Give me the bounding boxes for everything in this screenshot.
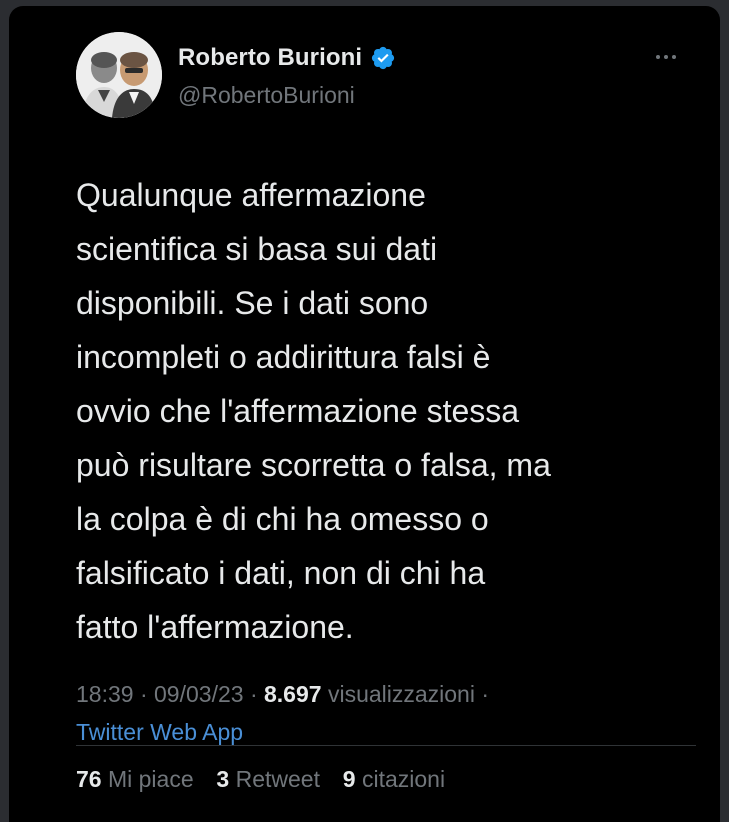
more-options-icon[interactable]	[649, 50, 683, 64]
verified-badge-icon	[372, 46, 395, 70]
author-handle[interactable]: @RobertoBurioni	[178, 82, 355, 109]
retweets-count[interactable]: 3	[216, 766, 229, 792]
quotes-label[interactable]: citazioni	[362, 766, 445, 792]
source-link[interactable]: Twitter Web App	[76, 719, 243, 746]
engagement-stats: 76 Mi piace 3 Retweet 9 citazioni	[76, 766, 445, 793]
views-count: 8.697	[264, 681, 322, 707]
author-name-row: Roberto Burioni	[178, 44, 396, 72]
profile-photo	[76, 32, 162, 118]
tweet-text: Qualunque affermazione scientifica si ba…	[76, 177, 551, 645]
retweets-label[interactable]: Retweet	[236, 766, 320, 792]
views-label: visualizzazioni	[327, 681, 475, 707]
likes-label[interactable]: Mi piace	[108, 766, 194, 792]
meta-separator: ·	[481, 681, 490, 707]
author-display-name[interactable]: Roberto Burioni	[178, 44, 362, 72]
tweet-meta: 18:39 · 09/03/23 · 8.697 visualizzazioni…	[76, 681, 489, 708]
tweet-date[interactable]: 09/03/23	[154, 681, 244, 707]
tweet-time[interactable]: 18:39	[76, 681, 134, 707]
tweet-card: Roberto Burioni @RobertoBurioni Qualunqu…	[9, 6, 720, 822]
meta-separator: ·	[249, 681, 258, 707]
divider	[76, 745, 696, 746]
avatar[interactable]	[76, 32, 162, 118]
meta-separator: ·	[139, 681, 148, 707]
quotes-count[interactable]: 9	[343, 766, 356, 792]
likes-count[interactable]: 76	[76, 766, 102, 792]
